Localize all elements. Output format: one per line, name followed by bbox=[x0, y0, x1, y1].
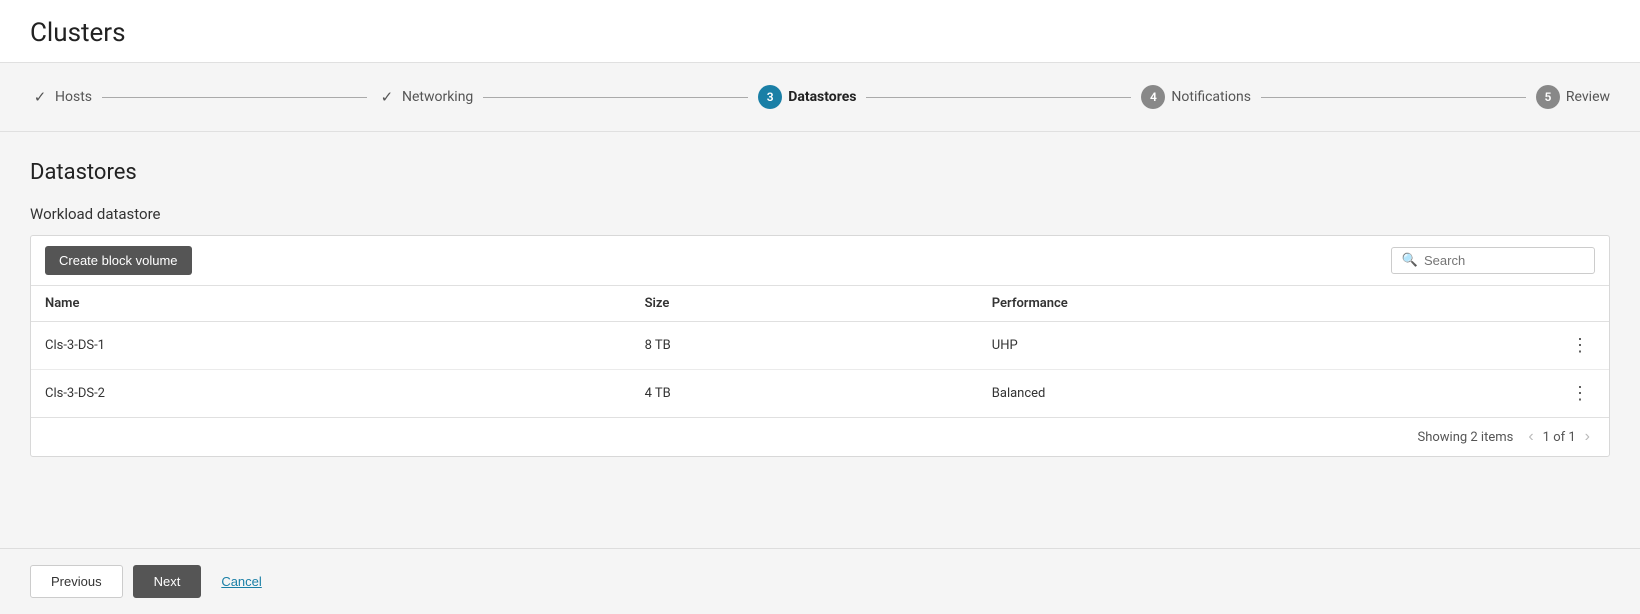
table-row: Cls-3-DS-2 4 TB Balanced ⋮ bbox=[31, 370, 1609, 418]
cell-performance: Balanced bbox=[978, 370, 1530, 418]
cell-actions: ⋮ bbox=[1530, 322, 1609, 370]
step-review-label: Review bbox=[1566, 89, 1610, 105]
step-connector-1 bbox=[102, 97, 367, 98]
row-more-button[interactable]: ⋮ bbox=[1565, 333, 1595, 358]
next-button[interactable]: Next bbox=[133, 565, 202, 598]
showing-items-text: Showing 2 items bbox=[1417, 430, 1513, 445]
cell-size: 4 TB bbox=[631, 370, 978, 418]
step-3-circle: 3 bbox=[758, 85, 782, 109]
subsection-title: Workload datastore bbox=[30, 205, 1610, 223]
checkmark-icon: ✓ bbox=[30, 87, 50, 107]
search-icon: 🔍 bbox=[1402, 253, 1418, 268]
cancel-button[interactable]: Cancel bbox=[211, 566, 271, 597]
step-5-circle: 5 bbox=[1536, 85, 1560, 109]
page-info: 1 of 1 bbox=[1543, 430, 1576, 445]
create-block-volume-button[interactable]: Create block volume bbox=[45, 246, 192, 275]
step-hosts[interactable]: ✓ Hosts bbox=[30, 87, 92, 107]
step-networking-label: Networking bbox=[402, 89, 473, 105]
cell-size: 8 TB bbox=[631, 322, 978, 370]
cell-name: Cls-3-DS-1 bbox=[31, 322, 631, 370]
page-header: Clusters bbox=[0, 0, 1640, 63]
step-connector-2 bbox=[483, 97, 748, 98]
step-networking[interactable]: ✓ Networking bbox=[377, 87, 473, 107]
step-connector-3 bbox=[866, 97, 1131, 98]
pagination-nav: ‹ 1 of 1 › bbox=[1523, 426, 1595, 448]
step-datastores[interactable]: 3 Datastores bbox=[758, 85, 856, 109]
stepper-bar: ✓ Hosts ✓ Networking 3 Datastores 4 Noti… bbox=[0, 63, 1640, 132]
table-footer: Showing 2 items ‹ 1 of 1 › bbox=[31, 417, 1609, 456]
datastores-table: Name Size Performance Cls-3-DS-1 8 TB UH… bbox=[31, 286, 1609, 417]
section-title: Datastores bbox=[30, 160, 1610, 185]
col-header-performance: Performance bbox=[978, 286, 1530, 322]
col-header-size: Size bbox=[631, 286, 978, 322]
page-title: Clusters bbox=[30, 18, 1610, 48]
cell-performance: UHP bbox=[978, 322, 1530, 370]
previous-button[interactable]: Previous bbox=[30, 565, 123, 598]
step-connector-4 bbox=[1261, 97, 1526, 98]
cell-actions: ⋮ bbox=[1530, 370, 1609, 418]
table-row: Cls-3-DS-1 8 TB UHP ⋮ bbox=[31, 322, 1609, 370]
table-body: Cls-3-DS-1 8 TB UHP ⋮ Cls-3-DS-2 4 TB Ba… bbox=[31, 322, 1609, 418]
main-content: Datastores Workload datastore Create blo… bbox=[0, 132, 1640, 548]
table-header-row: Name Size Performance bbox=[31, 286, 1609, 322]
col-header-name: Name bbox=[31, 286, 631, 322]
step-4-circle: 4 bbox=[1141, 85, 1165, 109]
step-review[interactable]: 5 Review bbox=[1536, 85, 1610, 109]
search-box: 🔍 bbox=[1391, 247, 1595, 274]
table-card: Create block volume 🔍 Name Size Performa… bbox=[30, 235, 1610, 457]
step-hosts-label: Hosts bbox=[55, 89, 92, 105]
checkmark-icon-2: ✓ bbox=[377, 87, 397, 107]
table-toolbar: Create block volume 🔍 bbox=[31, 236, 1609, 286]
search-input[interactable] bbox=[1424, 253, 1584, 268]
step-notifications-label: Notifications bbox=[1171, 89, 1251, 105]
pagination-next-button[interactable]: › bbox=[1580, 426, 1595, 448]
step-notifications[interactable]: 4 Notifications bbox=[1141, 85, 1251, 109]
step-datastores-label: Datastores bbox=[788, 89, 856, 105]
page-wrapper: Clusters ✓ Hosts ✓ Networking 3 Datastor… bbox=[0, 0, 1640, 614]
row-more-button[interactable]: ⋮ bbox=[1565, 381, 1595, 406]
pagination-prev-button[interactable]: ‹ bbox=[1523, 426, 1538, 448]
col-header-actions bbox=[1530, 286, 1609, 322]
page-footer: Previous Next Cancel bbox=[0, 548, 1640, 614]
cell-name: Cls-3-DS-2 bbox=[31, 370, 631, 418]
